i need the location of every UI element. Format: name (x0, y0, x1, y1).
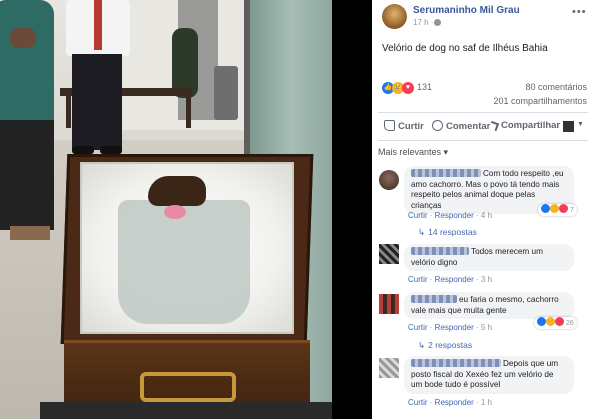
like-button[interactable]: Curtir (384, 120, 424, 134)
comment-reactions[interactable]: 7 (538, 204, 577, 216)
profile-selector-avatar[interactable] (563, 121, 574, 132)
comment-bubble: eu faria o mesmo, cachorro vale mais que… (404, 292, 574, 319)
comment-reply-link[interactable]: Responder (435, 275, 474, 284)
share-icon (488, 120, 500, 132)
commenter-avatar[interactable] (379, 358, 399, 378)
chevron-down-icon[interactable]: ▼ (577, 121, 584, 128)
comment-icon (432, 120, 443, 131)
comment-meta: Curtir · Responder · 1 h (408, 398, 493, 407)
comment-like-link[interactable]: Curtir (408, 398, 428, 407)
commenter-name[interactable] (411, 169, 481, 177)
person-center-shoe (72, 146, 94, 154)
view-replies-link[interactable]: ↳ 14 respostas (418, 227, 477, 238)
comment-time[interactable]: 4 h (481, 211, 492, 220)
share-button[interactable]: Compartilhar (488, 120, 561, 134)
page-avatar[interactable] (382, 4, 407, 29)
comment-reply-link[interactable]: Responder (435, 398, 474, 407)
comment-reply-link[interactable]: Responder (435, 323, 474, 332)
comment-bubble: Depois que um posto fiscal do Xexéo fez … (404, 356, 574, 394)
person-center-shoe (100, 146, 122, 154)
share-label: Compartilhar (501, 120, 561, 131)
comment-like-link[interactable]: Curtir (408, 323, 428, 332)
page-name[interactable]: Serumaninho Mil Grau (413, 5, 520, 16)
flower (164, 205, 186, 219)
comment-bubble: Todos merecem um velório digno (404, 244, 574, 271)
comment-filter[interactable]: Mais relevantes ▾ (378, 147, 448, 158)
comments-count[interactable]: 80 comentários (525, 82, 587, 92)
post-caption: Velório de dog no saf de Ilhéus Bahia (382, 43, 548, 54)
divider (378, 112, 588, 113)
comment-reaction-count: 26 (565, 320, 574, 327)
replies-label: 14 respostas (428, 227, 477, 237)
reply-arrow-icon: ↳ (418, 227, 426, 237)
divider (378, 140, 588, 141)
bench-leg (66, 96, 71, 128)
comment-reactions[interactable]: 26 (534, 317, 577, 329)
post-timestamp[interactable]: 17 h · (413, 18, 433, 27)
comment-meta: Curtir · Responder · 3 h (408, 275, 493, 284)
post-photo[interactable] (0, 0, 332, 419)
comment-time[interactable]: 5 h (481, 323, 492, 332)
comment-like-link[interactable]: Curtir (408, 211, 428, 220)
bench-leg (186, 96, 191, 128)
person-left-legs (0, 120, 54, 230)
like-label: Curtir (398, 121, 424, 132)
comment-reaction-count: 7 (569, 207, 574, 214)
commenter-name[interactable] (411, 359, 501, 367)
coffin-handle (140, 372, 236, 402)
view-replies-link[interactable]: ↳ 2 respostas (418, 340, 472, 351)
coffin-stand (40, 402, 332, 419)
shares-count[interactable]: 201 compartilhamentos (493, 96, 587, 106)
commenter-avatar[interactable] (379, 294, 399, 314)
person-left-arm (10, 28, 36, 48)
comment-reply-link[interactable]: Responder (435, 211, 474, 220)
comment-meta: Curtir · Responder · 4 h (408, 211, 493, 220)
reply-arrow-icon: ↳ (418, 340, 426, 350)
thumbs-up-icon (384, 120, 395, 131)
comment-time[interactable]: 3 h (481, 275, 492, 284)
dog-head (148, 176, 206, 206)
person-center-pants (72, 54, 122, 150)
comment-label: Comentar (446, 121, 491, 132)
commenter-avatar[interactable] (379, 170, 399, 190)
love-reaction-icon[interactable]: ♥ (402, 82, 414, 94)
reaction-count[interactable]: 131 (417, 82, 432, 92)
globe-icon (434, 19, 441, 26)
trash-bin (214, 66, 238, 120)
comment-button[interactable]: Comentar (432, 120, 490, 134)
person-center-tie (94, 0, 102, 50)
person-left-feet (10, 226, 50, 240)
more-icon[interactable]: ••• (572, 6, 587, 18)
comment-meta: Curtir · Responder · 5 h (408, 323, 493, 332)
replies-label: 2 respostas (428, 340, 473, 350)
shroud (118, 200, 250, 324)
comment-time[interactable]: 1 h (481, 398, 492, 407)
comment-like-link[interactable]: Curtir (408, 275, 428, 284)
commenter-name[interactable] (411, 295, 457, 303)
commenter-name[interactable] (411, 247, 469, 255)
person-left-torso (0, 0, 54, 130)
commenter-avatar[interactable] (379, 244, 399, 264)
